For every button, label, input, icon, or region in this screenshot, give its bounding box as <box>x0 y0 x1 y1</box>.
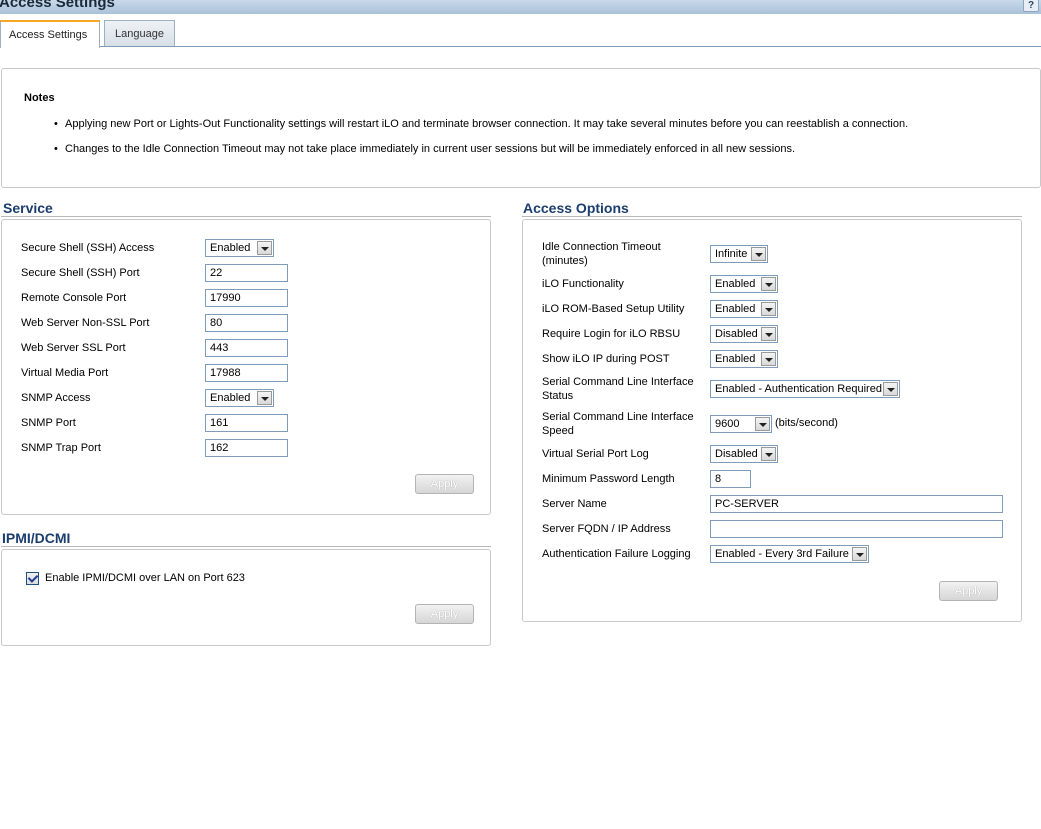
tab-language[interactable]: Language <box>104 20 175 47</box>
server-fqdn-label: Server FQDN / IP Address <box>542 523 671 535</box>
web-ssl-port-label: Web Server SSL Port <box>21 342 126 354</box>
tab-access-settings[interactable]: Access Settings <box>0 20 100 48</box>
service-rule <box>1 216 491 217</box>
note-text: Applying new Port or Lights-Out Function… <box>65 118 909 130</box>
remote-console-port-label: Remote Console Port <box>21 292 127 304</box>
chevron-down-icon <box>761 302 776 316</box>
note-item: • Changes to the Idle Connection Timeout … <box>54 143 795 155</box>
min-password-length-label: Minimum Password Length <box>542 473 675 485</box>
chevron-down-icon <box>751 247 766 261</box>
chevron-down-icon <box>883 382 898 396</box>
web-ssl-port-input[interactable]: 443 <box>205 339 288 357</box>
access-options-rule <box>522 216 1022 217</box>
web-nonssl-port-input[interactable]: 80 <box>205 314 288 332</box>
snmp-trap-port-input[interactable]: 162 <box>205 439 288 457</box>
idle-timeout-value: Infinite <box>715 248 748 260</box>
serial-cli-speed-select[interactable]: 9600 <box>710 415 772 433</box>
require-login-select[interactable]: Disabled <box>710 325 778 343</box>
ipmi-title: IPMI/DCMI <box>2 530 71 546</box>
bullet-icon: • <box>54 118 58 130</box>
tab-divider <box>0 46 1041 47</box>
chevron-down-icon <box>257 391 272 405</box>
virtual-serial-log-value: Disabled <box>715 448 758 460</box>
remote-console-port-input[interactable]: 17990 <box>205 289 288 307</box>
chevron-down-icon <box>257 241 272 255</box>
serial-cli-status-select[interactable]: Enabled - Authentication Required <box>710 380 900 398</box>
min-password-length-input[interactable]: 8 <box>710 470 751 488</box>
tab-bar: Access Settings Language <box>0 20 1041 48</box>
service-title: Service <box>3 200 53 216</box>
snmp-access-select[interactable]: Enabled <box>205 389 274 407</box>
note-text: Changes to the Idle Connection Timeout m… <box>65 143 796 155</box>
ssh-access-value: Enabled <box>210 242 251 254</box>
snmp-access-value: Enabled <box>210 392 251 404</box>
chevron-down-icon <box>761 327 776 341</box>
speed-unit: (bits/second) <box>775 417 838 429</box>
auth-failure-logging-label: Authentication Failure Logging <box>542 548 691 560</box>
ipmi-checkbox-label: Enable IPMI/DCMI over LAN on Port 623 <box>45 572 245 584</box>
ipmi-apply-button[interactable]: Apply <box>415 604 474 624</box>
chevron-down-icon <box>761 352 776 366</box>
notes-heading: Notes <box>24 92 55 104</box>
snmp-access-label: SNMP Access <box>21 392 91 404</box>
access-options-panel: Idle Connection Timeout (minutes) Infini… <box>522 219 1022 622</box>
ssh-access-select[interactable]: Enabled <box>205 239 274 257</box>
virtual-media-port-input[interactable]: 17988 <box>205 364 288 382</box>
idle-timeout-select[interactable]: Infinite <box>710 245 768 263</box>
chevron-down-icon <box>755 417 770 431</box>
chevron-down-icon <box>852 547 867 561</box>
virtual-serial-log-label: Virtual Serial Port Log <box>542 448 649 460</box>
access-options-apply-button[interactable]: Apply <box>939 581 998 601</box>
rbsu-label: iLO ROM-Based Setup Utility <box>542 303 685 315</box>
window-title: Access Settings <box>0 0 115 11</box>
service-apply-button[interactable]: Apply <box>415 474 474 494</box>
server-fqdn-input[interactable] <box>710 520 1003 538</box>
idle-timeout-label: Idle Connection Timeout (minutes) <box>542 241 661 267</box>
ilo-functionality-value: Enabled <box>715 278 756 290</box>
snmp-trap-port-label: SNMP Trap Port <box>21 442 101 454</box>
auth-failure-logging-select[interactable]: Enabled - Every 3rd Failure <box>710 545 869 563</box>
ipmi-panel: Enable IPMI/DCMI over LAN on Port 623 Ap… <box>1 549 491 646</box>
rbsu-select[interactable]: Enabled <box>710 300 778 318</box>
show-ip-post-label: Show iLO IP during POST <box>542 353 670 365</box>
require-login-label: Require Login for iLO RBSU <box>542 328 681 340</box>
auth-failure-logging-value: Enabled - Every 3rd Failure <box>715 548 849 560</box>
serial-cli-speed-label: Serial Command Line Interface Speed <box>542 411 694 437</box>
ssh-port-input[interactable]: 22 <box>205 264 288 282</box>
ipmi-checkbox[interactable] <box>26 572 39 585</box>
snmp-port-input[interactable]: 161 <box>205 414 288 432</box>
ilo-functionality-select[interactable]: Enabled <box>710 275 778 293</box>
require-login-value: Disabled <box>715 328 758 340</box>
access-options-title: Access Options <box>523 200 629 216</box>
web-nonssl-port-label: Web Server Non-SSL Port <box>21 317 150 329</box>
notes-panel: Notes • Applying new Port or Lights-Out F… <box>1 68 1041 188</box>
ssh-port-label: Secure Shell (SSH) Port <box>21 267 140 279</box>
serial-cli-status-label: Serial Command Line Interface Status <box>542 376 694 402</box>
title-bar: Access Settings ? <box>0 0 1041 14</box>
help-icon[interactable]: ? <box>1023 0 1039 12</box>
server-name-input[interactable]: PC-SERVER <box>710 495 1003 513</box>
virtual-serial-log-select[interactable]: Disabled <box>710 445 778 463</box>
ipmi-rule <box>1 546 491 547</box>
serial-cli-status-value: Enabled - Authentication Required <box>715 383 882 395</box>
rbsu-value: Enabled <box>715 303 756 315</box>
bullet-icon: • <box>54 143 58 155</box>
show-ip-post-select[interactable]: Enabled <box>710 350 778 368</box>
serial-cli-speed-value: 9600 <box>715 418 740 430</box>
show-ip-post-value: Enabled <box>715 353 756 365</box>
note-item: • Applying new Port or Lights-Out Functio… <box>54 118 908 130</box>
service-panel: Secure Shell (SSH) Access Enabled Secure… <box>1 219 491 515</box>
server-name-label: Server Name <box>542 498 607 510</box>
chevron-down-icon <box>761 277 776 291</box>
ssh-access-label: Secure Shell (SSH) Access <box>21 242 155 254</box>
virtual-media-port-label: Virtual Media Port <box>21 367 109 379</box>
ilo-functionality-label: iLO Functionality <box>542 278 624 290</box>
snmp-port-label: SNMP Port <box>21 417 76 429</box>
chevron-down-icon <box>761 447 776 461</box>
